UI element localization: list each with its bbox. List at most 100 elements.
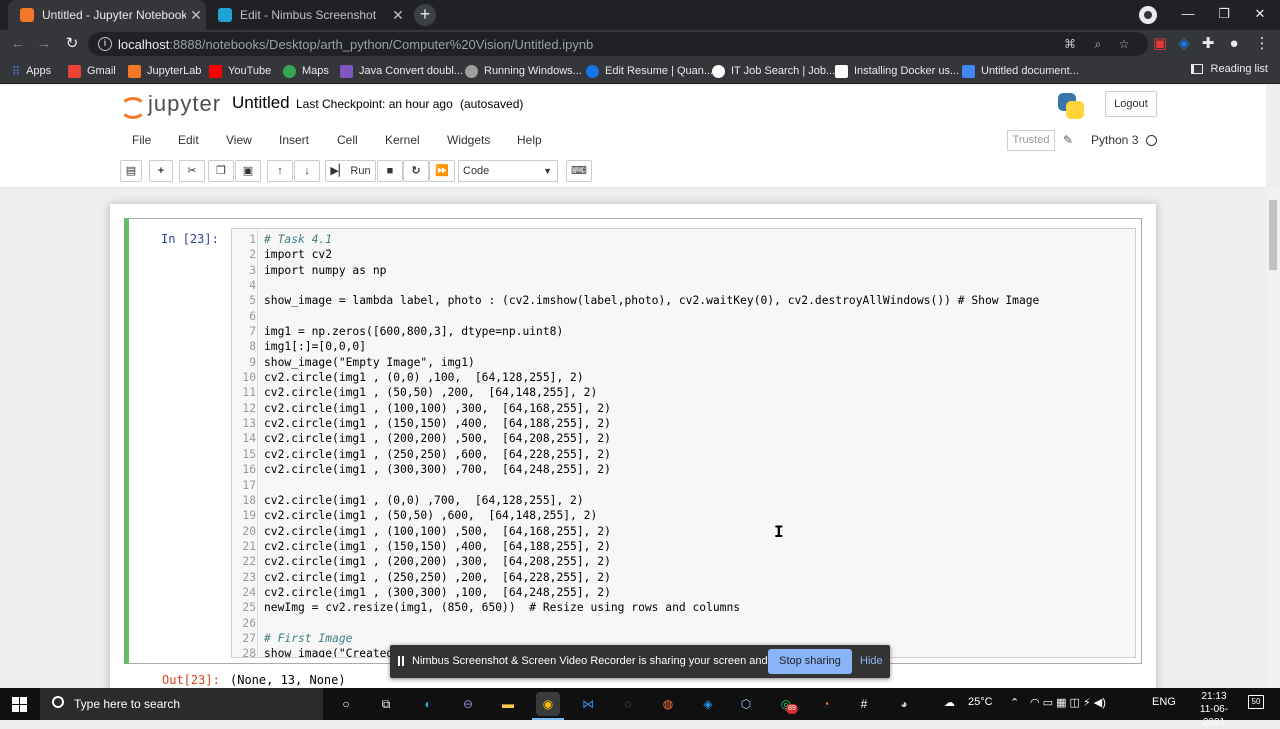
code-line[interactable]: 1 # Task 4.1 xyxy=(232,232,1135,247)
bookmark-java-convert[interactable]: Java Convert doubl... xyxy=(340,63,463,79)
menu-insert[interactable]: Insert xyxy=(279,133,309,147)
slack-icon[interactable]: # xyxy=(852,692,876,716)
app-icon[interactable]: ◕ xyxy=(892,692,916,716)
move-up-icon[interactable]: ↑ xyxy=(267,160,293,182)
code-line[interactable]: 22 cv2.circle(img1 , (200,200) ,300, [64,… xyxy=(232,554,1135,569)
zoom-icon[interactable]: ⌕ xyxy=(1090,36,1106,52)
chrome-icon[interactable]: ◉ xyxy=(532,692,564,720)
task-view-icon[interactable]: ⧉ xyxy=(374,692,398,716)
code-line[interactable]: 8 img1[:]=[0,0,0] xyxy=(232,339,1135,354)
close-icon[interactable]: ✕ xyxy=(388,7,408,24)
language-indicator[interactable]: ENG xyxy=(1152,696,1176,708)
app-icon[interactable]: ⊖ xyxy=(456,692,480,716)
bookmark-star-icon[interactable]: ☆ xyxy=(1116,36,1132,52)
chevron-up-icon[interactable]: ⌃ xyxy=(1010,696,1019,709)
menu-cell[interactable]: Cell xyxy=(337,133,358,147)
menu-file[interactable]: File xyxy=(132,133,151,147)
paste-icon[interactable]: ▣ xyxy=(235,160,261,182)
code-line[interactable]: 14 cv2.circle(img1 , (200,200) ,500, [64,… xyxy=(232,431,1135,446)
tab-jupyter-notebook[interactable]: Untitled - Jupyter Notebook ✕ xyxy=(8,0,206,30)
minimize-icon[interactable]: — xyxy=(1170,0,1206,30)
bookmark-gmail[interactable]: Gmail xyxy=(68,63,116,79)
code-line[interactable]: 18 cv2.circle(img1 , (0,0) ,700, [64,128,… xyxy=(232,493,1135,508)
code-line[interactable]: 16 cv2.circle(img1 , (300,300) ,700, [64,… xyxy=(232,462,1135,477)
run-button[interactable]: ▶▏ Run xyxy=(325,160,376,182)
code-line[interactable]: 12 cv2.circle(img1 , (100,100) ,300, [64,… xyxy=(232,401,1135,416)
new-tab-button[interactable]: + xyxy=(414,4,436,26)
url-text[interactable]: localhost:8888/notebooks/Desktop/arth_py… xyxy=(118,37,593,52)
forward-arrow-icon[interactable]: → xyxy=(34,34,54,54)
edge-icon[interactable]: ◐ xyxy=(416,692,440,716)
maximize-icon[interactable]: ❐ xyxy=(1206,0,1242,30)
site-info-icon[interactable]: i xyxy=(98,37,112,51)
code-line[interactable]: 5 show_image = lambda label, photo : (cv2… xyxy=(232,293,1135,308)
code-line[interactable]: 2 import cv2 xyxy=(232,247,1135,262)
extension-icon[interactable]: ◈ xyxy=(1174,34,1194,54)
bookmark-running-windows[interactable]: Running Windows... xyxy=(465,63,582,79)
menu-kernel[interactable]: Kernel xyxy=(385,133,420,147)
vscode-icon[interactable]: ⋈ xyxy=(576,692,600,716)
menu-edit[interactable]: Edit xyxy=(178,133,199,147)
weather-icon[interactable]: ☁ xyxy=(944,696,955,709)
save-icon[interactable]: ▤ xyxy=(120,160,142,182)
windows-start-icon[interactable] xyxy=(12,697,27,712)
insert-cell-icon[interactable]: + xyxy=(149,160,173,182)
code-line[interactable]: 7 img1 = np.zeros([600,800,3], dtype=np.u… xyxy=(232,324,1135,339)
jupyter-app-icon[interactable]: ◔ xyxy=(814,692,838,716)
reading-list-button[interactable]: Reading list xyxy=(1190,63,1268,75)
puzzle-extensions-icon[interactable]: ✚ xyxy=(1198,34,1218,54)
code-line[interactable]: 11 cv2.circle(img1 , (50,50) ,200, [64,14… xyxy=(232,385,1135,400)
page-scrollbar[interactable] xyxy=(1266,188,1280,688)
window-close-icon[interactable]: ✕ xyxy=(1242,0,1278,30)
code-line[interactable]: 21 cv2.circle(img1 , (150,150) ,400, [64,… xyxy=(232,539,1135,554)
address-bar[interactable]: i localhost:8888/notebooks/Desktop/arth_… xyxy=(88,32,1148,56)
cortana-icon[interactable]: ○ xyxy=(334,692,358,716)
logout-button[interactable]: Logout xyxy=(1105,91,1157,117)
bookmark-apps[interactable]: ⠿ Apps xyxy=(12,63,51,79)
hide-banner-button[interactable]: Hide xyxy=(860,655,883,667)
bookmark-maps[interactable]: Maps xyxy=(283,63,329,79)
bookmark-jupyterlab[interactable]: JupyterLab xyxy=(128,63,201,79)
code-line[interactable]: 4 xyxy=(232,278,1135,293)
clock[interactable]: 21:13 11-06-2021 xyxy=(1192,690,1236,729)
stop-sharing-button[interactable]: Stop sharing xyxy=(768,649,852,674)
code-editor[interactable]: 1 # Task 4.1 2 import cv2 3 import numpy as n… xyxy=(231,228,1136,658)
code-line[interactable]: 10 cv2.circle(img1 , (0,0) ,100, [64,128,… xyxy=(232,370,1135,385)
code-cell[interactable]: In [23]: 1 # Task 4.1 2 import cv2 3 import n… xyxy=(124,218,1142,664)
code-line[interactable]: 6 xyxy=(232,309,1135,324)
bookmark-edit-resume[interactable]: Edit Resume | Quan... xyxy=(586,63,713,79)
bookmark-installing-docker[interactable]: Installing Docker us... xyxy=(835,63,959,79)
avatar[interactable]: ● xyxy=(1224,34,1244,54)
file-explorer-icon[interactable]: ▬ xyxy=(496,692,520,716)
translate-icon[interactable]: ⌘ xyxy=(1062,36,1078,52)
pencil-icon[interactable]: ✎ xyxy=(1063,133,1073,147)
tab-nimbus-screenshot[interactable]: Edit - Nimbus Screenshot ✕ xyxy=(206,0,408,30)
code-line[interactable]: 13 cv2.circle(img1 , (150,150) ,400, [64,… xyxy=(232,416,1135,431)
back-arrow-icon[interactable]: ← xyxy=(8,34,28,54)
cell-type-select[interactable]: Code ▼ xyxy=(458,160,558,182)
code-line[interactable]: 23 cv2.circle(img1 , (250,250) ,200, [64,… xyxy=(232,570,1135,585)
browser-menu-icon[interactable]: ⋮ xyxy=(1252,34,1272,54)
bookmark-it-job-search[interactable]: IT Job Search | Job... xyxy=(712,63,835,79)
command-palette-icon[interactable]: ⌨ xyxy=(566,160,592,182)
bookmark-youtube[interactable]: YouTube xyxy=(209,63,271,79)
code-lines[interactable]: 1 # Task 4.1 2 import cv2 3 import numpy as n… xyxy=(232,232,1135,657)
code-line[interactable]: 15 cv2.circle(img1 , (250,250) ,600, [64,… xyxy=(232,447,1135,462)
menu-help[interactable]: Help xyxy=(517,133,542,147)
virtualbox-icon[interactable]: ⬡ xyxy=(734,692,758,716)
taskbar-search[interactable]: Type here to search xyxy=(40,688,323,720)
restart-run-all-icon[interactable]: ⏩ xyxy=(429,160,455,182)
code-line[interactable]: 27 # First Image xyxy=(232,631,1135,646)
profile-icon[interactable] xyxy=(1139,6,1157,24)
notification-icon[interactable]: 50 xyxy=(1248,695,1264,709)
code-line[interactable]: 9 show_image("Empty Image", img1) xyxy=(232,355,1135,370)
code-line[interactable]: 3 import numpy as np xyxy=(232,263,1135,278)
copy-icon[interactable]: ❐ xyxy=(208,160,234,182)
close-icon[interactable]: ✕ xyxy=(186,7,206,24)
bookmark-untitled-document[interactable]: Untitled document... xyxy=(962,63,1079,79)
code-line[interactable]: 20 cv2.circle(img1 , (100,100) ,500, [64,… xyxy=(232,524,1135,539)
trusted-indicator[interactable]: Trusted xyxy=(1007,130,1055,151)
temperature[interactable]: 25°C xyxy=(968,696,993,708)
jupyter-logo[interactable]: jupyter xyxy=(120,91,221,119)
notebook-name[interactable]: Untitled xyxy=(232,93,290,113)
